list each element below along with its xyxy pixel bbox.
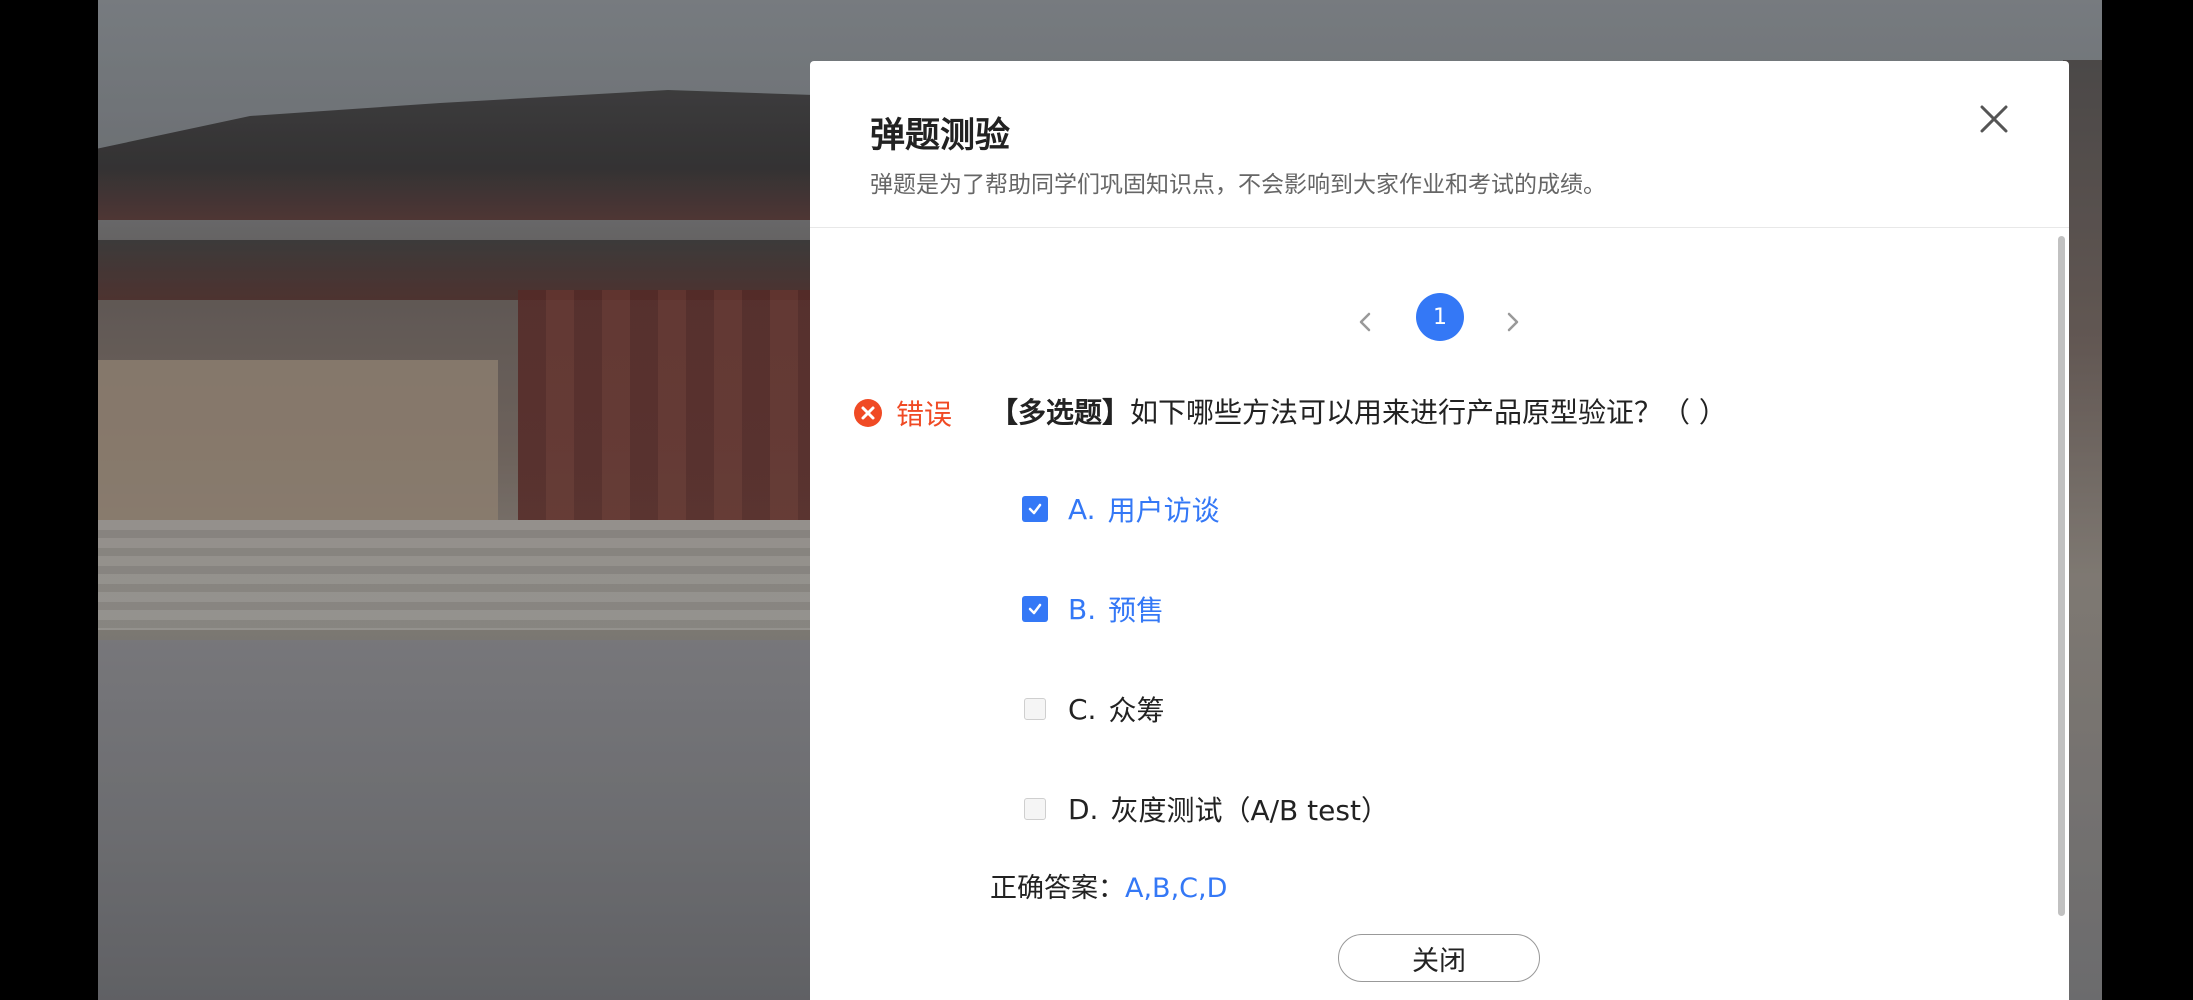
quiz-modal: 弹题测验 弹题是为了帮助同学们巩固知识点，不会影响到大家作业和考试的成绩。 1 … xyxy=(810,61,2069,1000)
correct-answer: 正确答案：A,B,C,D xyxy=(990,866,1227,905)
modal-title: 弹题测验 xyxy=(870,116,1011,156)
pager-current-page[interactable]: 1 xyxy=(1416,293,1464,341)
option-b[interactable]: B. 预售 xyxy=(1022,589,1164,629)
option-letter: B. xyxy=(1068,592,1097,626)
option-d[interactable]: D. 灰度测试（A/B test） xyxy=(1022,789,1389,829)
result-indicator: 错误 xyxy=(854,393,952,433)
option-a[interactable]: A. 用户访谈 xyxy=(1022,489,1220,529)
modal-header: 弹题测验 弹题是为了帮助同学们巩固知识点，不会影响到大家作业和考试的成绩。 xyxy=(810,61,2069,228)
scrollbar[interactable] xyxy=(2058,236,2065,916)
option-text: 灰度测试（A/B test） xyxy=(1110,794,1389,827)
option-text: 预售 xyxy=(1108,594,1165,627)
question-text: 【多选题】如下哪些方法可以用来进行产品原型验证？（ ） xyxy=(990,391,1727,431)
chevron-left-icon[interactable] xyxy=(1350,307,1380,337)
correct-answer-label: 正确答案： xyxy=(990,873,1125,904)
modal-subtitle: 弹题是为了帮助同学们巩固知识点，不会影响到大家作业和考试的成绩。 xyxy=(870,172,1606,198)
option-c[interactable]: C. 众筹 xyxy=(1022,689,1164,729)
close-icon[interactable] xyxy=(1974,99,2014,139)
option-letter: A. xyxy=(1068,492,1096,526)
correct-answer-value: A,B,C,D xyxy=(1125,873,1228,904)
option-letter: C. xyxy=(1068,692,1097,726)
error-circle-icon xyxy=(854,399,882,427)
chevron-right-icon[interactable] xyxy=(1498,307,1528,337)
checkbox-unchecked-icon[interactable] xyxy=(1024,698,1046,720)
option-text: 用户访谈 xyxy=(1107,494,1220,527)
option-text: 众筹 xyxy=(1108,694,1165,727)
checkbox-checked-icon[interactable] xyxy=(1022,496,1048,522)
question-body: 如下哪些方法可以用来进行产品原型验证？（ ） xyxy=(1130,396,1727,429)
result-label: 错误 xyxy=(896,398,953,431)
checkbox-unchecked-icon[interactable] xyxy=(1024,798,1046,820)
close-button[interactable]: 关闭 xyxy=(1338,934,1540,982)
option-letter: D. xyxy=(1068,792,1099,826)
question-type: 【多选题】 xyxy=(990,396,1131,429)
checkbox-checked-icon[interactable] xyxy=(1022,596,1048,622)
